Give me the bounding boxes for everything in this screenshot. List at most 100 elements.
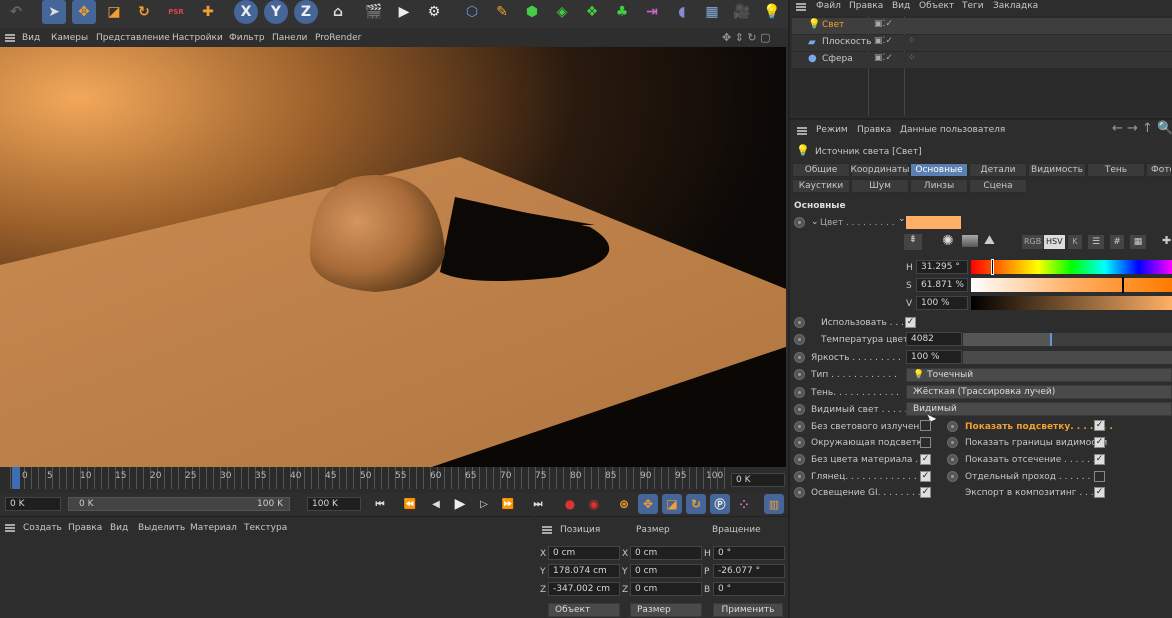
om-menu-object[interactable]: Объект [919,1,954,11]
autokey-icon[interactable]: ◉ [584,494,604,514]
array-icon[interactable]: ◈ [550,0,574,24]
range-slider[interactable]: 0 K 100 K [68,497,290,511]
viewport-menu-panels[interactable]: Панели [272,33,307,43]
keyframe-sel-icon[interactable]: ⊛ [614,494,634,514]
apply-button[interactable]: Применить [713,603,783,617]
camera-icon[interactable]: 🎥 [730,0,754,24]
am-nav-arrows[interactable]: ← → ↑ 🔍 [1112,121,1172,136]
hue-slider[interactable] [971,260,1172,274]
next-key-icon[interactable]: ⏩ [498,494,518,514]
swatches-icon[interactable]: ▦ [1130,235,1146,249]
image-icon[interactable]: ⛰ [984,233,995,248]
list-item[interactable]: ▰ Плоскость ▣⁚✓ ⁘ [792,35,1172,51]
saturation-slider-handle[interactable] [1122,277,1124,293]
current-frame-field[interactable]: 0 K [731,473,785,487]
prev-key-icon[interactable]: ⏪ [400,494,420,514]
tab-general[interactable]: Общие [792,163,850,177]
viewport-menu-view[interactable]: Вид [22,33,40,43]
move-tool-icon[interactable]: ✥ [72,0,96,24]
pos-x-field[interactable]: 0 cm [548,546,620,560]
tab-lens[interactable]: Линзы [910,179,968,193]
gi-checkbox[interactable]: ✓ [920,487,931,498]
floor-icon[interactable]: ▦ [700,0,724,24]
key-pos-icon[interactable]: ✥ [638,494,658,514]
x-axis-button[interactable]: X [234,0,258,24]
color-swatch[interactable] [906,216,961,229]
material-menu-create[interactable]: Создать [23,523,62,533]
tab-basic[interactable]: Основные [910,163,968,177]
seppass-checkbox[interactable] [1094,471,1105,482]
hue-field[interactable]: 31.295 ° [916,260,968,274]
temp-field[interactable]: 4082 [906,332,962,346]
showvis-anim-radio[interactable] [947,437,958,448]
nocolor-checkbox[interactable]: ✓ [920,454,931,465]
rot-b-field[interactable]: 0 ° [713,582,785,596]
deformer-icon[interactable]: ⇥ [640,0,664,24]
brightness-anim-radio[interactable] [794,352,805,363]
shadow-dropdown[interactable]: Жёсткая (Трассировка лучей) [906,385,1172,399]
size-z-field[interactable]: 0 cm [630,582,702,596]
key-pla-icon[interactable]: ⁘ [734,494,754,514]
tab-caustics[interactable]: Каустики [792,179,850,193]
color-expand-icon[interactable]: ⌄ [811,217,819,227]
light-icon[interactable]: 💡 [760,0,784,24]
showclip-anim-radio[interactable] [947,454,958,465]
tab-photometric[interactable]: Фото [1146,163,1172,177]
brightness-field[interactable]: 100 % [906,350,962,364]
material-menu-select[interactable]: Выделить [138,523,185,533]
record-icon[interactable]: ● [560,494,580,514]
tab-noise[interactable]: Шум [851,179,909,193]
viewport-menu-filter[interactable]: Фильтр [229,33,265,43]
specular-checkbox[interactable]: ✓ [920,471,931,482]
tab-coordinates[interactable]: Координаты [851,163,909,177]
temp-slider-handle[interactable] [1050,333,1052,346]
om-menu-edit[interactable]: Правка [849,1,883,11]
brightness-slider[interactable] [963,351,1172,364]
om-menu-bookmarks[interactable]: Закладка [993,1,1038,11]
z-axis-button[interactable]: Z [294,0,318,24]
goto-start-icon[interactable]: ⏮ [370,494,390,514]
next-frame-icon[interactable]: ▷ [474,494,494,514]
visible-dropdown[interactable]: Видимый [906,402,1172,416]
use-anim-radio[interactable] [794,317,805,328]
color-dropdown-icon[interactable]: ⌄ [898,214,906,224]
seppass-anim-radio[interactable] [947,471,958,482]
coord-mode-dropdown[interactable]: Объект [548,603,620,617]
type-anim-radio[interactable] [794,369,805,380]
viewport-menu-options[interactable]: Настройки [172,33,223,43]
rot-h-field[interactable]: 0 ° [713,546,785,560]
list-item[interactable]: ● Сфера ▣⁚✓ ⁘ [792,52,1172,68]
coord-system-icon[interactable]: ⌂ [326,0,350,24]
prev-frame-icon[interactable]: ◀ [426,494,446,514]
size-x-field[interactable]: 0 cm [630,546,702,560]
start-frame-field[interactable]: 0 K [5,497,61,511]
3d-viewport[interactable] [0,47,786,467]
render-view-icon[interactable]: ▶ [392,0,416,24]
value-slider[interactable] [971,296,1172,310]
am-menu-mode[interactable]: Режим [816,125,848,135]
use-checkbox[interactable]: ✓ [905,317,916,328]
pos-y-field[interactable]: 178.074 cm [548,564,620,578]
rgb-mode-button[interactable]: RGB [1022,235,1044,249]
specular-anim-radio[interactable] [794,471,805,482]
material-menu-view[interactable]: Вид [110,523,128,533]
tab-visibility[interactable]: Видимость [1028,163,1086,177]
last-tool-icon[interactable]: ✚ [196,0,220,24]
shadow-anim-radio[interactable] [794,387,805,398]
saturation-slider[interactable] [971,278,1172,292]
kelvin-mode-button[interactable]: K [1068,235,1082,249]
cube-icon[interactable]: ⬡ [460,0,484,24]
tab-details[interactable]: Детали [969,163,1027,177]
goto-end-icon[interactable]: ⏭ [528,494,548,514]
nocolor-anim-radio[interactable] [794,454,805,465]
am-menu-userdata[interactable]: Данные пользователя [900,125,1005,135]
scale-tool-icon[interactable]: ◪ [102,0,126,24]
om-menu-tags[interactable]: Теги [962,1,984,11]
end-frame-field[interactable]: 100 K [307,497,361,511]
visibility-dots[interactable]: ▣⁚✓ [874,19,893,29]
temp-slider[interactable] [963,333,1172,346]
om-menu-icon[interactable] [796,3,806,11]
showvis-checkbox[interactable]: ✓ [1094,437,1105,448]
visible-anim-radio[interactable] [794,404,805,415]
tab-scene[interactable]: Сцена [969,179,1027,193]
